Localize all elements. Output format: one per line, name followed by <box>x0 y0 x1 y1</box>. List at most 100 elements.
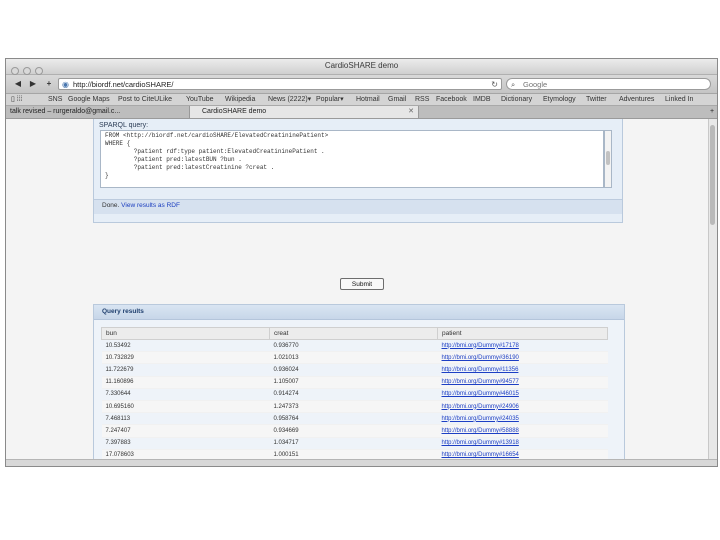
bookmark-item[interactable]: Post to CiteULike <box>118 94 172 105</box>
bookmark-item[interactable]: Linked In <box>665 94 693 105</box>
window-title: CardioSHARE demo <box>324 61 399 70</box>
tab-cardioshare[interactable]: ✕ CardioSHARE demo <box>189 106 419 118</box>
bookmark-item[interactable]: News (2222)▾ <box>268 94 311 105</box>
title-bar: CardioSHARE demo <box>6 59 717 75</box>
cell-value: 0.934669 <box>273 427 299 434</box>
bun-cell: 7.247407 <box>101 424 270 438</box>
bookmark-item[interactable]: Facebook <box>436 94 467 105</box>
status-text: Done. View results as RDF <box>102 202 180 209</box>
patient-link[interactable]: http://bmi.org/Dummy#24035 <box>442 416 519 422</box>
table-row: 7.247407 0.934669 http://bmi.org/Dummy#588… <box>101 424 608 438</box>
submit-button[interactable]: Submit <box>340 278 384 290</box>
column-header-creat[interactable]: creat <box>269 327 438 340</box>
column-header-bun[interactable]: bun <box>101 327 270 340</box>
bun-cell: 7.468113 <box>101 412 270 426</box>
vertical-scrollbar[interactable] <box>708 119 717 459</box>
creat-cell: 0.958764 <box>269 412 438 426</box>
bookmark-item[interactable]: Hotmail <box>356 94 380 105</box>
patient-link[interactable]: http://bmi.org/Dummy#16654 <box>442 452 519 458</box>
patient-link[interactable]: http://bmi.org/Dummy#94577 <box>442 379 519 385</box>
view-rdf-link[interactable]: View results as RDF <box>121 202 180 209</box>
cell-value: 17.078603 <box>105 452 134 459</box>
patient-cell: http://bmi.org/Dummy#16654 <box>437 449 608 459</box>
cell-value: 7.468113 <box>105 415 131 422</box>
column-header-patient[interactable]: patient <box>437 327 608 340</box>
sparql-query-textarea[interactable]: FROM <http://biordf.net/cardioSHARE/Elev… <box>100 130 604 188</box>
table-row: 7.397883 1.034717 http://bmi.org/Dummy#139… <box>101 437 608 450</box>
table-row: 10.53492 0.936770 http://bmi.org/Dummy#171… <box>101 339 608 353</box>
results-header: Query results <box>94 305 624 320</box>
creat-cell: 1.247373 <box>269 400 438 414</box>
address-bar[interactable]: ◉ http://biordf.net/cardioSHARE/ ↻ <box>58 78 502 90</box>
cell-value: 0.958764 <box>273 415 299 422</box>
bookmark-item[interactable]: Twitter <box>586 94 607 105</box>
cell-value: 10.53492 <box>105 342 131 349</box>
tab-label: CardioSHARE demo <box>202 108 267 115</box>
tab-gmail[interactable]: talk revised – rurgeraldo@gmail.c... <box>6 106 189 118</box>
bookmark-item[interactable]: Adventures <box>619 94 654 105</box>
new-tab-button[interactable]: + <box>706 106 717 118</box>
bookmark-item[interactable]: SNS <box>48 94 62 105</box>
patient-link[interactable]: http://bmi.org/Dummy#58888 <box>442 428 519 434</box>
add-bookmark-button[interactable]: + <box>43 78 55 90</box>
tab-label: talk revised – rurgeraldo@gmail.c... <box>10 108 121 115</box>
patient-link[interactable]: http://bmi.org/Dummy#13918 <box>442 440 519 446</box>
bun-cell: 11.722679 <box>101 363 270 377</box>
results-panel: Query results bun creat patient 10.53492… <box>93 304 625 459</box>
browser-window: CardioSHARE demo ◀ ▶ + ◉ http://biordf.n… <box>5 58 718 467</box>
bookmark-item[interactable]: Wikipedia <box>225 94 255 105</box>
patient-link[interactable]: http://bmi.org/Dummy#36190 <box>442 355 519 361</box>
table-row: 7.330644 0.914274 http://bmi.org/Dummy#460… <box>101 388 608 401</box>
search-input[interactable] <box>523 79 703 89</box>
table-row: 11.722679 0.936024 http://bmi.org/Dummy#11… <box>101 363 608 377</box>
cell-value: 1.034717 <box>273 440 299 447</box>
bun-cell: 10.53492 <box>101 339 270 353</box>
bookmark-item[interactable]: YouTube <box>186 94 214 105</box>
patient-cell: http://bmi.org/Dummy#58888 <box>437 424 608 438</box>
cell-value: 10.695160 <box>105 403 134 410</box>
cell-value: 10.732829 <box>105 354 134 361</box>
creat-cell: 0.934669 <box>269 424 438 438</box>
bun-cell: 11.160896 <box>101 376 270 389</box>
sparql-panel: SPARQL query: FROM <http://biordf.net/ca… <box>93 119 623 223</box>
query-scrollbar[interactable] <box>604 130 612 188</box>
cell-value: 7.397883 <box>105 440 131 447</box>
search-box[interactable]: ⌕ <box>506 78 711 90</box>
creat-cell: 1.105007 <box>269 376 438 389</box>
bookmark-item[interactable]: RSS <box>415 94 429 105</box>
table-row: 11.160896 1.105007 http://bmi.org/Dummy#94… <box>101 376 608 389</box>
cell-value: 1.105007 <box>273 379 299 386</box>
bun-cell: 17.078603 <box>101 449 270 459</box>
bookmark-item[interactable]: Google Maps <box>68 94 110 105</box>
status-prefix: Done. <box>102 202 120 209</box>
patient-link[interactable]: http://bmi.org/Dummy#11356 <box>442 367 519 373</box>
bookmark-item[interactable]: Dictionary <box>501 94 532 105</box>
cell-value: 0.936770 <box>273 342 299 349</box>
forward-button[interactable]: ▶ <box>26 78 40 90</box>
cell-value: 0.936024 <box>273 366 299 373</box>
patient-link[interactable]: http://bmi.org/Dummy#24906 <box>442 404 519 410</box>
patient-cell: http://bmi.org/Dummy#46015 <box>437 388 608 401</box>
reload-icon[interactable]: ↻ <box>491 79 498 91</box>
bookmarks-icon[interactable]: ▯ ⁞⁞⁞ <box>11 94 23 105</box>
bookmark-item[interactable]: Gmail <box>388 94 406 105</box>
patient-link[interactable]: http://bmi.org/Dummy#17178 <box>442 343 519 349</box>
bun-cell: 10.732829 <box>101 351 270 365</box>
horizontal-scrollbar[interactable] <box>6 459 717 466</box>
bookmark-item[interactable]: Etymology <box>543 94 576 105</box>
bun-cell: 7.330644 <box>101 388 270 401</box>
table-header-row: bun creat patient <box>101 327 608 340</box>
close-tab-icon[interactable]: ✕ <box>408 106 414 118</box>
patient-cell: http://bmi.org/Dummy#36190 <box>437 351 608 365</box>
creat-cell: 0.936024 <box>269 363 438 377</box>
back-button[interactable]: ◀ <box>11 78 25 90</box>
creat-cell: 0.914274 <box>269 388 438 401</box>
bookmark-item[interactable]: Popular▾ <box>316 94 344 105</box>
cell-value: 1.247373 <box>273 403 299 410</box>
bun-cell: 7.397883 <box>101 437 270 450</box>
bookmark-item[interactable]: IMDB <box>473 94 491 105</box>
sparql-label: SPARQL query: <box>99 122 149 129</box>
status-row: Done. View results as RDF <box>94 199 622 214</box>
patient-link[interactable]: http://bmi.org/Dummy#46015 <box>442 391 519 397</box>
patient-cell: http://bmi.org/Dummy#24906 <box>437 400 608 414</box>
